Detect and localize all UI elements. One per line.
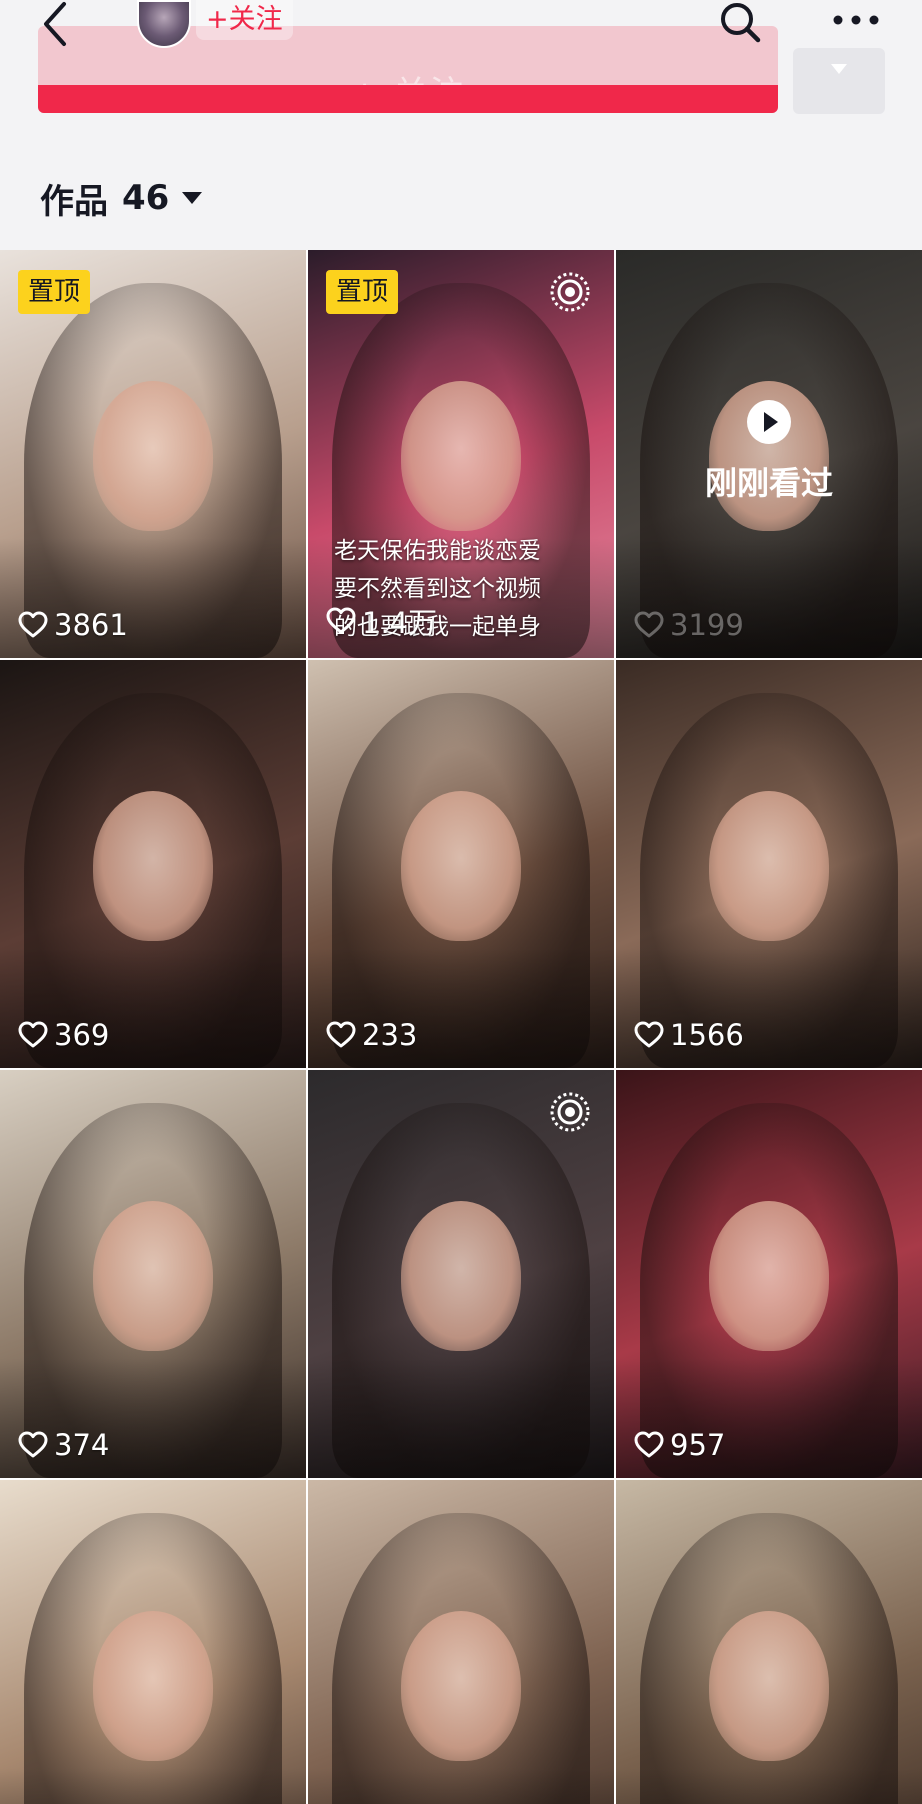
back-button[interactable]: [36, 0, 78, 50]
thumbnail-face-shape: [401, 380, 521, 531]
video-tile[interactable]: [308, 1070, 614, 1478]
like-count: 1.4万: [326, 600, 437, 642]
like-count-value: 369: [54, 1018, 110, 1052]
video-tile[interactable]: 置顶 老天保佑我能谈恋爱 要不然看到这个视频 的也要跟我一起单身 1.4万: [308, 250, 614, 658]
like-count: 3199: [634, 608, 744, 642]
video-grid: 置顶 3861 置顶 老天保佑我能谈恋爱 要不然看到这个视频 的也要跟我一起单身 1.4万刚…: [0, 250, 922, 1804]
caret-down-icon: [182, 192, 203, 204]
like-count-value: 233: [362, 1018, 418, 1052]
like-count-value: 3861: [54, 608, 128, 642]
like-count: 369: [18, 1018, 109, 1052]
search-icon: [721, 3, 761, 43]
thumbnail-face-shape: [401, 790, 521, 941]
thumbnail-face-shape: [93, 790, 213, 941]
follow-button-redbar: [38, 85, 778, 113]
pinned-badge: 置顶: [326, 270, 399, 314]
chevron-left-icon: [44, 2, 66, 46]
like-count: 374: [18, 1428, 109, 1462]
heart-outline-icon: [634, 611, 664, 638]
like-count-value: 1566: [670, 1018, 744, 1052]
thumbnail-bottom-shade: [308, 1358, 614, 1478]
thumbnail-face-shape: [401, 1200, 521, 1351]
play-icon: [747, 400, 791, 444]
recommend-toggle-button[interactable]: [793, 48, 885, 114]
thumbnail-face-shape: [709, 790, 829, 941]
heart-outline-icon: [326, 1021, 356, 1048]
thumbnail-face-shape: [93, 1610, 213, 1761]
heart-outline-icon: [634, 1431, 664, 1458]
video-tile[interactable]: 置顶 3861: [0, 250, 306, 658]
video-tile[interactable]: [0, 1480, 306, 1804]
live-ring-icon: [550, 272, 590, 312]
caption-line: 老天保佑我能谈恋爱: [334, 538, 541, 564]
like-count: 1566: [634, 1018, 744, 1052]
video-tile[interactable]: 刚刚看过 3199: [616, 250, 922, 658]
works-label: 作品: [40, 181, 108, 222]
thumbnail-bottom-shade: [308, 1768, 614, 1804]
video-tile[interactable]: [308, 1480, 614, 1804]
follow-mini-button[interactable]: +关注: [196, 0, 293, 40]
heart-outline-icon: [634, 1021, 664, 1048]
thumbnail-face-shape: [709, 1610, 829, 1761]
heart-outline-icon: [18, 611, 48, 638]
recently-watched-label: 刚刚看过: [704, 464, 833, 502]
video-tile[interactable]: 957: [616, 1070, 922, 1478]
more-dots-icon: [833, 15, 879, 25]
like-count: 233: [326, 1018, 417, 1052]
like-count: 3861: [18, 608, 128, 642]
video-tile[interactable]: [616, 1480, 922, 1804]
thumbnail-face-shape: [401, 1610, 521, 1761]
heart-outline-icon: [18, 1431, 48, 1458]
heart-outline-icon: [18, 1021, 48, 1048]
thumbnail-face-shape: [709, 1200, 829, 1351]
video-tile[interactable]: 374: [0, 1070, 306, 1478]
thumbnail-bottom-shade: [0, 1768, 306, 1804]
caret-down-icon: [831, 64, 847, 74]
profile-header: + 关注 +关注 作品 46: [0, 0, 922, 250]
thumbnail-face-shape: [93, 1200, 213, 1351]
works-count: 46: [122, 178, 170, 218]
video-tile[interactable]: 233: [308, 660, 614, 1068]
recently-watched-overlay: 刚刚看过: [616, 400, 922, 504]
live-ring-icon: [550, 1092, 590, 1132]
search-button[interactable]: [718, 0, 764, 46]
more-button[interactable]: [830, 10, 882, 40]
heart-outline-icon: [326, 607, 356, 634]
like-count: 957: [634, 1428, 725, 1462]
like-count-value: 3199: [670, 608, 744, 642]
pinned-badge: 置顶: [18, 270, 91, 314]
thumbnail-bottom-shade: [616, 1768, 922, 1804]
like-count-value: 374: [54, 1428, 110, 1462]
video-tile[interactable]: 369: [0, 660, 306, 1068]
thumbnail-face-shape: [93, 380, 213, 531]
like-count-value: 1.4万: [362, 606, 438, 640]
like-count-value: 957: [670, 1428, 726, 1462]
works-tab[interactable]: 作品 46: [40, 176, 203, 222]
video-tile[interactable]: 1566: [616, 660, 922, 1068]
